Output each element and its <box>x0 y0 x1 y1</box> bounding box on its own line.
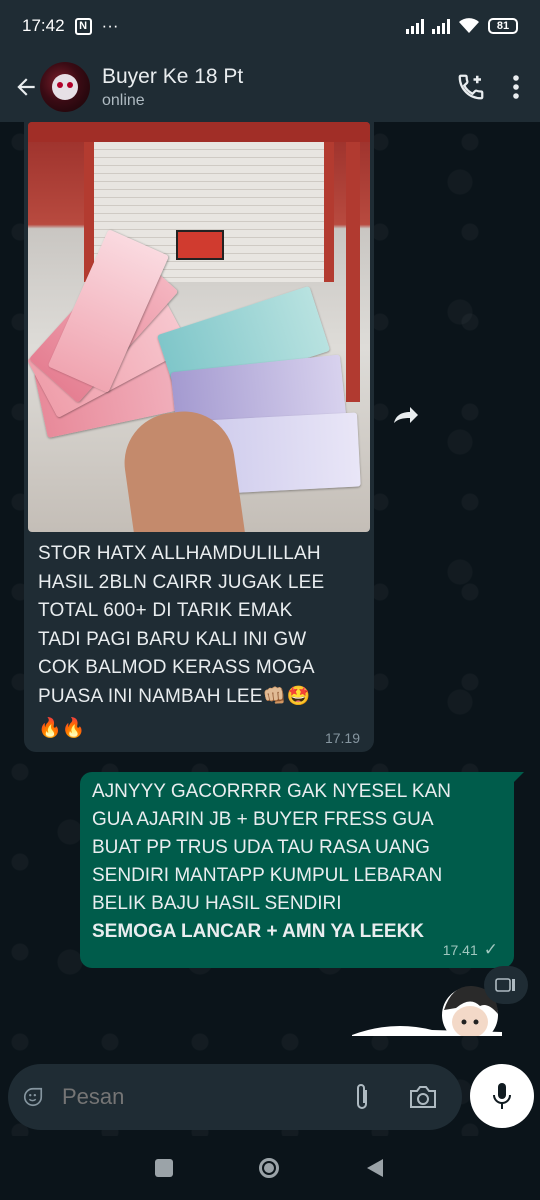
outgoing-line-3: BUAT PP TRUS UDA TAU RASA UANG <box>92 837 430 858</box>
message-input-bar <box>8 1064 462 1130</box>
outgoing-meta: 17.41 ✓ <box>443 940 498 960</box>
more-notifications-icon: ··· <box>101 16 119 35</box>
outgoing-line-5: BELIK BAJU HASIL SENDIRI <box>92 893 342 914</box>
signal-1-icon <box>406 18 424 34</box>
photo-sign <box>176 230 224 260</box>
signal-2-icon <box>432 18 450 34</box>
money-photo[interactable] <box>28 122 370 532</box>
microphone-icon <box>493 1083 511 1109</box>
video-icon <box>495 978 515 992</box>
sent-check-icon: ✓ <box>483 940 498 959</box>
incoming-message-bubble[interactable]: STOR HATX ALLHAMDULILLAH HASIL 2BLN CAIR… <box>24 122 374 752</box>
status-bar: 17:42 N ··· 81 <box>0 0 540 52</box>
forward-button[interactable] <box>388 398 424 434</box>
fist-starstruck-emoji: 👊🏼🤩 <box>262 685 311 707</box>
emoji-sticker-icon[interactable] <box>22 1082 44 1112</box>
incoming-line-6: PUASA INI NAMBAH LEE👊🏼🤩 <box>38 683 358 712</box>
incoming-line-6-text: PUASA INI NAMBAH LEE <box>38 685 263 707</box>
recents-button[interactable] <box>155 1159 173 1177</box>
outgoing-message-bubble[interactable]: AJNYYY GACORRRR GAK NYESEL KAN GUA AJARI… <box>80 772 524 968</box>
back-arrow-icon <box>17 78 35 96</box>
incoming-line-1: STOR HATX ALLHAMDULILLAH <box>38 543 321 564</box>
incoming-line-2: HASIL 2BLN CAIRR JUGAK LEE <box>38 571 325 593</box>
incoming-message-text: STOR HATX ALLHAMDULILLAH HASIL 2BLN CAIR… <box>38 540 358 744</box>
video-note-button[interactable] <box>484 966 528 1004</box>
sticker-preview[interactable] <box>352 980 502 1036</box>
camera-icon[interactable] <box>408 1084 438 1110</box>
chat-header: Buyer Ke 18 Pt online <box>0 52 540 122</box>
photo-beam <box>28 122 370 142</box>
add-call-icon[interactable] <box>456 72 486 102</box>
back-nav-icon[interactable] <box>365 1157 385 1179</box>
home-button[interactable] <box>259 1158 279 1178</box>
outgoing-line-4: SENDIRI MANTAPP KUMPUL LEBARAN <box>92 865 443 886</box>
attach-icon[interactable] <box>352 1082 372 1112</box>
outgoing-message-text: AJNYYY GACORRRR GAK NYESEL KAN GUA AJARI… <box>92 778 502 946</box>
contact-info[interactable]: Buyer Ke 18 Pt online <box>102 65 243 110</box>
avatar-image <box>52 74 78 100</box>
outgoing-line-2: GUA AJARIN JB + BUYER FRESS GUA <box>92 809 434 830</box>
contact-status: online <box>102 91 145 109</box>
incoming-message-time: 17.19 <box>324 730 360 746</box>
outgoing-message-time: 17.41 <box>442 942 478 958</box>
wifi-icon <box>459 18 479 33</box>
outgoing-line-1: AJNYYY GACORRRR GAK NYESEL KAN <box>92 781 451 802</box>
system-navigation-bar <box>0 1136 540 1200</box>
photo-post <box>346 142 360 402</box>
message-input[interactable] <box>60 1083 352 1111</box>
contact-avatar[interactable] <box>40 62 90 112</box>
status-time: 17:42 <box>22 16 65 35</box>
incoming-line-5: COK BALMOD KERASS MOGA <box>38 657 315 678</box>
chat-area[interactable]: STOR HATX ALLHAMDULILLAH HASIL 2BLN CAIR… <box>0 122 540 1136</box>
contact-name: Buyer Ke 18 Pt <box>102 64 244 88</box>
more-vert-icon[interactable] <box>512 74 520 100</box>
home-dot <box>264 1163 274 1173</box>
incoming-line-4: TADI PAGI BARU KALI INI GW <box>38 628 307 650</box>
voice-record-button[interactable] <box>470 1064 534 1128</box>
nfc-notification-icon: N <box>74 17 92 35</box>
fire-emoji-row: 🔥🔥 <box>38 718 86 739</box>
forward-icon <box>394 407 418 423</box>
incoming-line-3: TOTAL 600+ DI TARIK EMAK <box>38 600 293 621</box>
battery-icon: 81 <box>488 18 518 34</box>
anime-sticker-icon <box>352 985 502 1036</box>
outgoing-bold-line: SEMOGA LANCAR + AMN YA LEEKK <box>92 921 425 942</box>
